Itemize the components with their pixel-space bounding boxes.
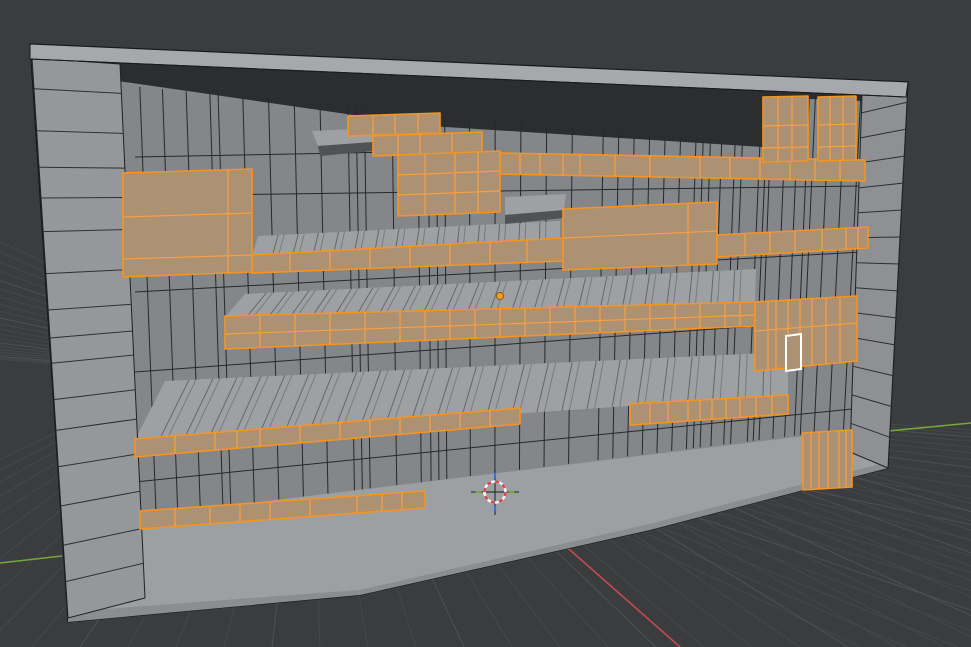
- active-face-outline: [785, 332, 802, 373]
- selected-face-wall-block-right-1: [762, 95, 809, 163]
- object-origin-dot: [495, 291, 505, 301]
- selected-face-block-mid-right: [562, 201, 718, 271]
- viewport-canvas[interactable]: [0, 0, 971, 647]
- selected-face-step-block-main: [397, 150, 501, 217]
- selected-face-left-wall-patch: [122, 168, 253, 278]
- viewport[interactable]: [0, 0, 971, 647]
- active-face[interactable]: [785, 332, 802, 373]
- selected-face-right-wall-patch: [754, 295, 858, 372]
- selected-face-step-block-top: [347, 112, 441, 137]
- selected-face-wall-block-right-2: [817, 95, 857, 162]
